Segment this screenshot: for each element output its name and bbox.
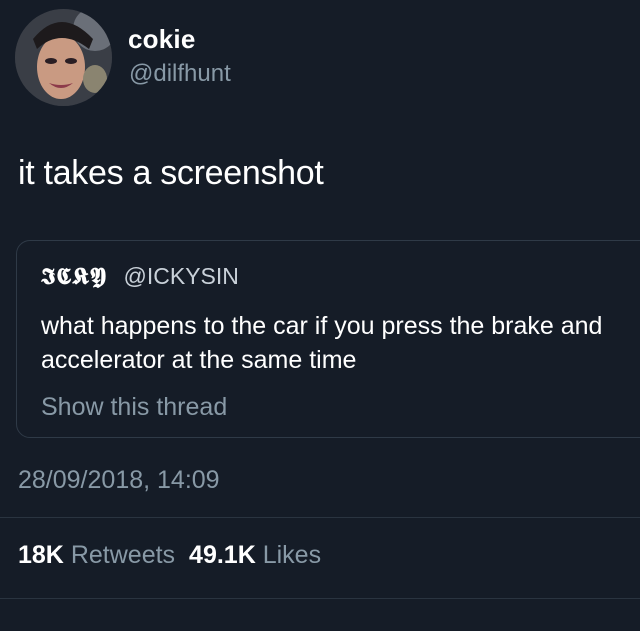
likes-count: 49.1K	[189, 541, 256, 569]
avatar[interactable]	[15, 9, 112, 106]
quoted-tweet-text: what happens to the car if you press the…	[41, 312, 603, 374]
author-handle[interactable]: @dilfhunt	[129, 60, 231, 88]
likes-stat[interactable]: 49.1K Likes	[189, 541, 321, 569]
quoted-tweet-card[interactable]: 𝕴𝕮𝕶𝖄 @ICKYSIN what happens to the car if…	[16, 240, 640, 438]
quoted-tweet-author[interactable]: 𝕴𝕮𝕶𝖄 @ICKYSIN	[41, 263, 239, 290]
quoted-author-name: 𝕴𝕮𝕶𝖄	[41, 263, 108, 290]
tweet-card: cokie @dilfhunt it takes a screenshot 𝕴𝕮…	[0, 0, 640, 631]
show-thread-link[interactable]: Show this thread	[41, 393, 227, 422]
tweet-timestamp[interactable]: 28/09/2018, 14:09	[18, 466, 220, 495]
tweet-text: it takes a screenshot	[18, 154, 324, 192]
likes-label: Likes	[262, 541, 322, 569]
divider	[0, 517, 640, 518]
author-display-name[interactable]: cokie	[128, 24, 196, 55]
retweets-stat[interactable]: 18K Retweets	[18, 541, 175, 569]
retweets-count: 18K	[18, 541, 64, 569]
retweets-label: Retweets	[70, 541, 176, 569]
quoted-author-handle: @ICKYSIN	[123, 263, 239, 289]
engagement-stats: 18K Retweets 49.1K Likes	[18, 541, 321, 570]
divider	[0, 598, 640, 599]
